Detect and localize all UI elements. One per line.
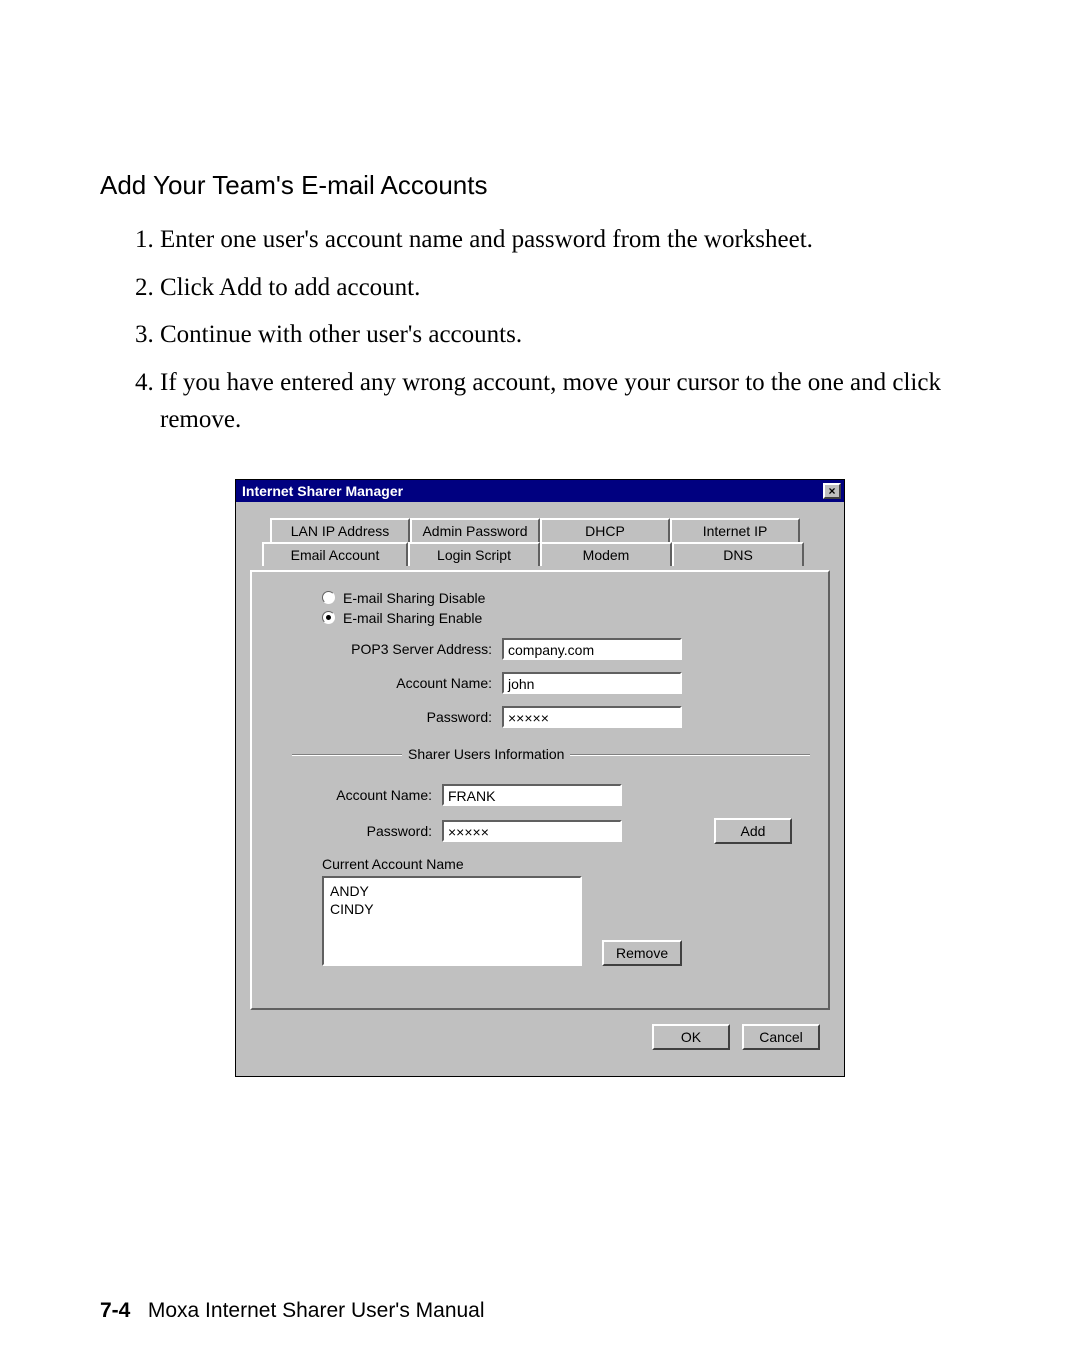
instruction-item: Click Add to add account. [160, 269, 980, 307]
dialog-title: Internet Sharer Manager [242, 483, 403, 499]
page-number: 7-4 [100, 1299, 130, 1322]
account-name-label: Account Name: [322, 675, 492, 691]
tab-lan-ip[interactable]: LAN IP Address [270, 518, 410, 542]
current-accounts-label: Current Account Name [322, 856, 792, 872]
dialog-titlebar[interactable]: Internet Sharer Manager × [236, 480, 844, 502]
radio-email-disable[interactable]: E-mail Sharing Disable [322, 590, 810, 606]
cancel-button[interactable]: Cancel [742, 1024, 820, 1050]
sharer-password-label: Password: [322, 823, 432, 839]
radio-label: E-mail Sharing Disable [343, 590, 485, 606]
radio-label: E-mail Sharing Enable [343, 610, 482, 626]
sharer-account-label: Account Name: [322, 787, 432, 803]
pop3-label: POP3 Server Address: [322, 641, 492, 657]
page-footer: 7-4 Moxa Internet Sharer User's Manual [100, 1299, 485, 1323]
password-label: Password: [322, 709, 492, 725]
instruction-list: Enter one user's account name and passwo… [160, 221, 980, 439]
manual-title: Moxa Internet Sharer User's Manual [148, 1299, 485, 1322]
tab-login-script[interactable]: Login Script [408, 542, 540, 566]
tab-dhcp[interactable]: DHCP [540, 518, 670, 542]
tab-dns[interactable]: DNS [672, 542, 804, 566]
tab-modem[interactable]: Modem [540, 542, 672, 566]
tab-internet-ip[interactable]: Internet IP [670, 518, 800, 542]
fieldset-legend: Sharer Users Information [402, 746, 570, 762]
pop3-input[interactable]: company.com [502, 638, 682, 660]
add-button[interactable]: Add [714, 818, 792, 844]
remove-button[interactable]: Remove [602, 940, 682, 966]
sharer-account-input[interactable]: FRANK [442, 784, 622, 806]
instruction-item: If you have entered any wrong account, m… [160, 364, 980, 439]
account-name-input[interactable]: john [502, 672, 682, 694]
sharer-users-fieldset: Sharer Users Information Account Name: F… [292, 746, 810, 984]
dialog-window: Internet Sharer Manager × LAN IP Address… [235, 479, 845, 1077]
radio-email-enable[interactable]: E-mail Sharing Enable [322, 610, 810, 626]
tab-email-account[interactable]: Email Account [262, 542, 408, 566]
tab-admin-password[interactable]: Admin Password [410, 518, 540, 542]
list-item[interactable]: ANDY [330, 882, 574, 900]
radio-icon [322, 611, 335, 624]
ok-button[interactable]: OK [652, 1024, 730, 1050]
current-accounts-listbox[interactable]: ANDY CINDY [322, 876, 582, 966]
sharer-password-input[interactable]: ××××× [442, 820, 622, 842]
close-icon[interactable]: × [823, 483, 841, 499]
section-heading: Add Your Team's E-mail Accounts [100, 170, 980, 201]
list-item[interactable]: CINDY [330, 900, 574, 918]
instruction-item: Continue with other user's accounts. [160, 316, 980, 354]
instruction-item: Enter one user's account name and passwo… [160, 221, 980, 259]
email-account-panel: E-mail Sharing Disable E-mail Sharing En… [250, 570, 830, 1010]
tab-strip: LAN IP AddressAdmin PasswordDHCPInternet… [250, 518, 830, 570]
password-input[interactable]: ××××× [502, 706, 682, 728]
radio-icon [322, 591, 335, 604]
